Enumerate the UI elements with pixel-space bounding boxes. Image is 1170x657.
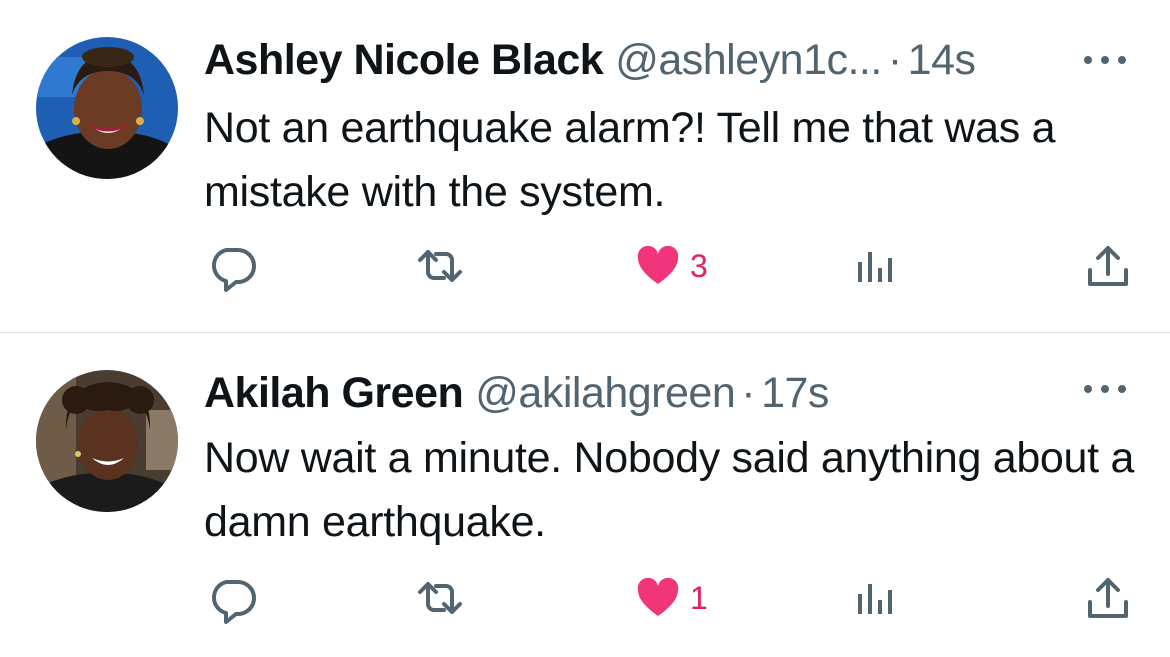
timestamp[interactable]: 14s bbox=[908, 34, 976, 86]
more-icon[interactable] bbox=[1080, 48, 1130, 72]
reply-icon bbox=[212, 580, 256, 624]
user-handle[interactable]: @akilahgreen bbox=[475, 367, 735, 419]
heart-icon bbox=[637, 578, 679, 616]
timestamp[interactable]: 17s bbox=[761, 367, 829, 419]
retweet-button[interactable] bbox=[412, 238, 468, 294]
views-icon bbox=[858, 584, 892, 614]
separator: · bbox=[741, 369, 756, 417]
retweet-icon bbox=[418, 250, 462, 282]
action-bar: 1 bbox=[0, 570, 1170, 626]
share-button[interactable] bbox=[1084, 570, 1132, 626]
tweet-text: Now wait a minute. Nobody said anything … bbox=[204, 434, 1135, 546]
views-button[interactable] bbox=[852, 570, 896, 626]
display-name[interactable]: Akilah Green bbox=[204, 367, 464, 419]
reply-icon bbox=[212, 248, 256, 292]
views-icon bbox=[858, 252, 892, 282]
share-button[interactable] bbox=[1084, 238, 1132, 294]
avatar[interactable] bbox=[36, 370, 178, 512]
retweet-button[interactable] bbox=[412, 570, 468, 626]
share-icon bbox=[1088, 246, 1128, 286]
retweet-icon bbox=[418, 582, 462, 614]
tweet[interactable]: Ashley Nicole Black @ashleyn1c... · 14s … bbox=[0, 0, 1170, 332]
like-button[interactable]: 1 bbox=[636, 570, 708, 626]
reply-button[interactable] bbox=[204, 570, 260, 626]
heart-icon bbox=[637, 246, 679, 284]
tweet-text: Not an earthquake alarm?! Tell me that w… bbox=[204, 104, 1056, 216]
tweet-header: Akilah Green @akilahgreen · 17s bbox=[204, 367, 829, 419]
like-count: 1 bbox=[690, 579, 708, 616]
like-count: 3 bbox=[690, 247, 708, 284]
reply-button[interactable] bbox=[204, 238, 260, 294]
tweet-header: Ashley Nicole Black @ashleyn1c... · 14s bbox=[204, 34, 976, 86]
display-name[interactable]: Ashley Nicole Black bbox=[204, 34, 604, 86]
avatar[interactable] bbox=[36, 37, 178, 179]
share-icon bbox=[1088, 578, 1128, 618]
action-bar: 3 bbox=[0, 238, 1170, 294]
views-button[interactable] bbox=[852, 238, 896, 294]
like-button[interactable]: 3 bbox=[636, 238, 708, 294]
tweet[interactable]: Akilah Green @akilahgreen · 17s Now wait… bbox=[0, 333, 1170, 657]
more-icon[interactable] bbox=[1080, 377, 1130, 401]
user-handle[interactable]: @ashleyn1c... bbox=[615, 34, 882, 86]
separator: · bbox=[887, 36, 902, 84]
